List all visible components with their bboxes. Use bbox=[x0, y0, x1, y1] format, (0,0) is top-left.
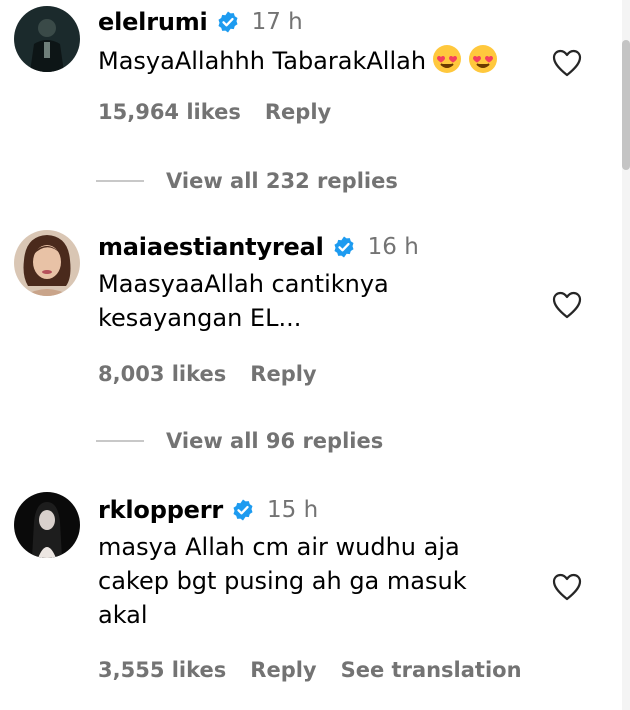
like-heart-icon[interactable] bbox=[551, 290, 583, 320]
comment-text-line: masya Allah cm air wudhu aja bbox=[98, 533, 460, 561]
comments-panel: elelrumi 17 h MasyaAllahhh TabarakAllah … bbox=[0, 0, 630, 710]
timestamp: 17 h bbox=[251, 9, 303, 35]
avatar[interactable] bbox=[14, 6, 80, 72]
avatar[interactable] bbox=[14, 492, 80, 558]
likes-count[interactable]: 8,003 likes bbox=[98, 362, 226, 386]
avatar[interactable] bbox=[14, 230, 80, 296]
comment-text-content: MasyaAllahhh TabarakAllah bbox=[98, 47, 427, 75]
likes-count[interactable]: 15,964 likes bbox=[98, 100, 241, 124]
verified-badge-icon bbox=[231, 498, 255, 522]
like-heart-icon[interactable] bbox=[551, 48, 583, 78]
view-replies-button[interactable]: View all 96 replies bbox=[96, 426, 383, 456]
comment-text-line: kesayangan EL... bbox=[98, 304, 302, 332]
comment-meta: 8,003 likes Reply bbox=[98, 362, 317, 386]
heart-eyes-emoji-icon bbox=[432, 44, 462, 74]
comment-header: elelrumi 17 h bbox=[98, 4, 303, 40]
scrollbar[interactable] bbox=[622, 0, 630, 710]
comment-header: rklopperr 15 h bbox=[98, 492, 318, 528]
comment-text: MasyaAllahhh TabarakAllah bbox=[98, 44, 518, 78]
timestamp: 16 h bbox=[367, 234, 419, 260]
view-replies-label: View all 96 replies bbox=[166, 429, 384, 453]
verified-badge-icon bbox=[216, 10, 240, 34]
comment-meta: 15,964 likes Reply bbox=[98, 100, 331, 124]
reply-button[interactable]: Reply bbox=[265, 100, 331, 124]
view-replies-label: View all 232 replies bbox=[166, 169, 398, 193]
comment-text: MaasyaaAllah cantiknya kesayangan EL... bbox=[98, 267, 518, 335]
reply-button[interactable]: Reply bbox=[250, 658, 316, 682]
comment-text-line: cakep bgt pusing ah ga masuk bbox=[98, 567, 467, 595]
username[interactable]: rklopperr bbox=[98, 496, 223, 524]
see-translation-button[interactable]: See translation bbox=[341, 658, 522, 682]
comment-header: maiaestiantyreal 16 h bbox=[98, 229, 419, 265]
comment-3: rklopperr 15 h masya Allah cm air wudhu … bbox=[0, 490, 620, 710]
comment-text-line: MasyaAllahhh TabarakAllah bbox=[98, 44, 518, 78]
timestamp: 15 h bbox=[267, 497, 319, 523]
view-replies-button[interactable]: View all 232 replies bbox=[96, 166, 398, 196]
likes-count[interactable]: 3,555 likes bbox=[98, 658, 226, 682]
comment-2: maiaestiantyreal 16 h MaasyaaAllah canti… bbox=[0, 228, 620, 468]
comment-meta: 3,555 likes Reply See translation bbox=[98, 658, 522, 682]
comment-1: elelrumi 17 h MasyaAllahhh TabarakAllah … bbox=[0, 0, 620, 200]
like-heart-icon[interactable] bbox=[551, 572, 583, 602]
username[interactable]: maiaestiantyreal bbox=[98, 233, 324, 261]
comment-text: masya Allah cm air wudhu aja cakep bgt p… bbox=[98, 530, 518, 632]
comment-text-line: akal bbox=[98, 601, 148, 629]
username[interactable]: elelrumi bbox=[98, 8, 208, 36]
verified-badge-icon bbox=[332, 235, 356, 259]
heart-eyes-emoji-icon bbox=[468, 44, 498, 74]
scrollbar-thumb[interactable] bbox=[622, 40, 630, 170]
divider bbox=[96, 180, 144, 182]
reply-button[interactable]: Reply bbox=[250, 362, 316, 386]
comment-text-line: MaasyaaAllah cantiknya bbox=[98, 270, 389, 298]
divider bbox=[96, 440, 144, 442]
